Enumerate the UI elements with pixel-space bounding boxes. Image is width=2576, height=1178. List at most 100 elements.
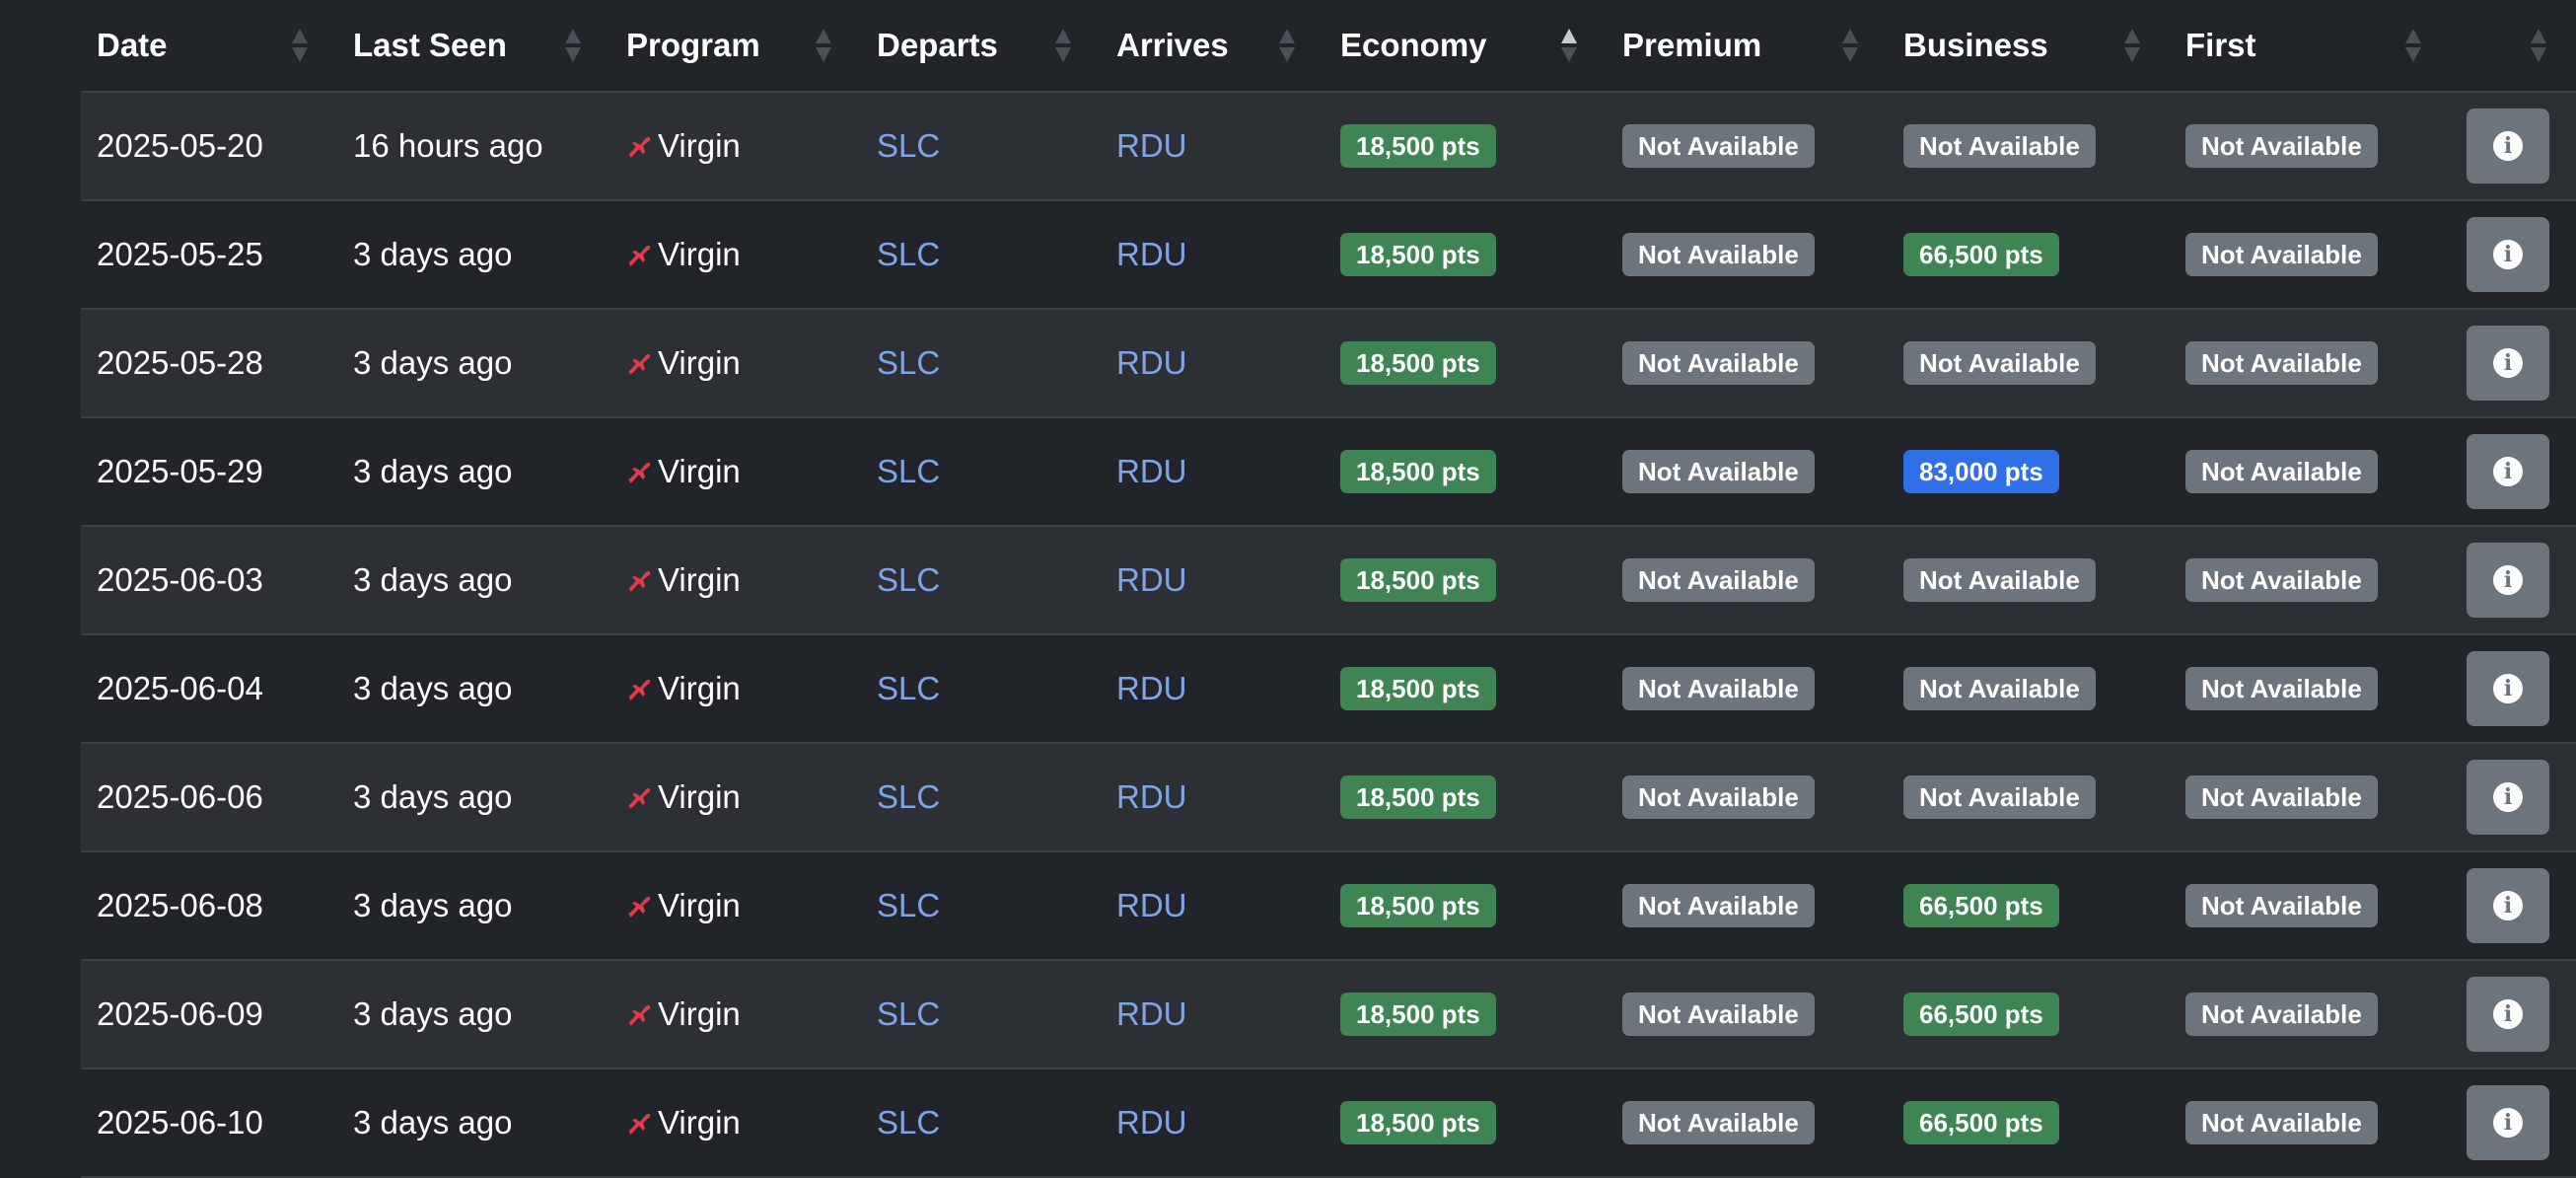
info-button[interactable]: i bbox=[2467, 760, 2549, 835]
cell-business: Not Available bbox=[1888, 92, 2170, 200]
cell-arrives[interactable]: RDU bbox=[1101, 417, 1324, 526]
arrives-text[interactable]: RDU bbox=[1116, 778, 1187, 815]
cell-arrives[interactable]: RDU bbox=[1101, 634, 1324, 743]
info-button[interactable]: i bbox=[2467, 1085, 2549, 1160]
cell-actions: i bbox=[2451, 1068, 2576, 1177]
departs-text[interactable]: SLC bbox=[877, 344, 940, 381]
cell-departs[interactable]: SLC bbox=[861, 309, 1101, 417]
departs-text[interactable]: SLC bbox=[877, 453, 940, 489]
column-header-first[interactable]: First bbox=[2170, 0, 2451, 93]
cell-actions: i bbox=[2451, 200, 2576, 309]
cell-premium: Not Available bbox=[1607, 851, 1888, 960]
column-header-label: Last Seen bbox=[353, 27, 507, 63]
virgin-plane-icon bbox=[626, 1104, 658, 1141]
cell-departs[interactable]: SLC bbox=[861, 92, 1101, 200]
column-header-departs[interactable]: Departs bbox=[861, 0, 1101, 93]
sort-icon[interactable] bbox=[1279, 27, 1295, 64]
cell-date: 2025-05-20 bbox=[81, 92, 337, 200]
arrives-text[interactable]: RDU bbox=[1116, 995, 1187, 1032]
sort-icon[interactable] bbox=[816, 27, 831, 64]
arrives-text[interactable]: RDU bbox=[1116, 127, 1187, 164]
cell-arrives[interactable]: RDU bbox=[1101, 526, 1324, 634]
column-header-program[interactable]: Program bbox=[610, 0, 861, 93]
cell-first: Not Available bbox=[2170, 634, 2451, 743]
sort-icon[interactable] bbox=[2405, 27, 2421, 64]
column-header-business[interactable]: Business bbox=[1888, 0, 2170, 93]
cell-last-seen: 3 days ago bbox=[337, 309, 610, 417]
program-name: Virgin bbox=[658, 670, 741, 706]
column-header-date[interactable]: Date bbox=[81, 0, 337, 93]
departs-text[interactable]: SLC bbox=[877, 670, 940, 706]
departs-text[interactable]: SLC bbox=[877, 127, 940, 164]
business-badge: 66,500 pts bbox=[1903, 1101, 2059, 1144]
business-badge: 83,000 pts bbox=[1903, 450, 2059, 493]
cell-last-seen: 3 days ago bbox=[337, 743, 610, 851]
sort-icon[interactable] bbox=[565, 27, 581, 64]
sort-icon[interactable] bbox=[2531, 27, 2546, 64]
cell-departs[interactable]: SLC bbox=[861, 851, 1101, 960]
info-button[interactable]: i bbox=[2467, 217, 2549, 292]
virgin-plane-icon bbox=[626, 127, 658, 164]
cell-departs[interactable]: SLC bbox=[861, 960, 1101, 1068]
cell-arrives[interactable]: RDU bbox=[1101, 1068, 1324, 1177]
departs-text[interactable]: SLC bbox=[877, 561, 940, 598]
cell-departs[interactable]: SLC bbox=[861, 200, 1101, 309]
cell-arrives[interactable]: RDU bbox=[1101, 851, 1324, 960]
cell-last-seen: 16 hours ago bbox=[337, 92, 610, 200]
cell-departs[interactable]: SLC bbox=[861, 743, 1101, 851]
sort-icon[interactable] bbox=[1842, 27, 1858, 64]
departs-text[interactable]: SLC bbox=[877, 236, 940, 272]
sort-icon[interactable] bbox=[1561, 27, 1577, 64]
program-name: Virgin bbox=[658, 778, 741, 815]
column-header-economy[interactable]: Economy bbox=[1324, 0, 1607, 93]
arrives-text[interactable]: RDU bbox=[1116, 561, 1187, 598]
departs-text[interactable]: SLC bbox=[877, 1104, 940, 1141]
arrives-text[interactable]: RDU bbox=[1116, 887, 1187, 923]
info-icon: i bbox=[2493, 348, 2523, 378]
info-button[interactable]: i bbox=[2467, 651, 2549, 726]
cell-arrives[interactable]: RDU bbox=[1101, 960, 1324, 1068]
cell-arrives[interactable]: RDU bbox=[1101, 200, 1324, 309]
sort-icon[interactable] bbox=[292, 27, 308, 64]
sort-icon[interactable] bbox=[1055, 27, 1071, 64]
departs-text[interactable]: SLC bbox=[877, 995, 940, 1032]
cell-first: Not Available bbox=[2170, 526, 2451, 634]
column-header-label: Economy bbox=[1340, 27, 1487, 63]
column-header-premium[interactable]: Premium bbox=[1607, 0, 1888, 93]
virgin-plane-icon bbox=[626, 887, 658, 923]
column-header-last-seen[interactable]: Last Seen bbox=[337, 0, 610, 93]
program-name: Virgin bbox=[658, 453, 741, 489]
departs-text[interactable]: SLC bbox=[877, 778, 940, 815]
cell-arrives[interactable]: RDU bbox=[1101, 92, 1324, 200]
arrives-text[interactable]: RDU bbox=[1116, 453, 1187, 489]
premium-badge: Not Available bbox=[1622, 775, 1815, 819]
info-button[interactable]: i bbox=[2467, 543, 2549, 618]
cell-departs[interactable]: SLC bbox=[861, 526, 1101, 634]
cell-departs[interactable]: SLC bbox=[861, 417, 1101, 526]
cell-date: 2025-06-04 bbox=[81, 634, 337, 743]
info-button[interactable]: i bbox=[2467, 109, 2549, 184]
arrives-text[interactable]: RDU bbox=[1116, 670, 1187, 706]
premium-badge: Not Available bbox=[1622, 667, 1815, 710]
date-text: 2025-05-28 bbox=[97, 344, 263, 381]
arrives-text[interactable]: RDU bbox=[1116, 344, 1187, 381]
arrives-text[interactable]: RDU bbox=[1116, 236, 1187, 272]
business-badge: 66,500 pts bbox=[1903, 993, 2059, 1036]
cell-departs[interactable]: SLC bbox=[861, 634, 1101, 743]
date-text: 2025-05-25 bbox=[97, 236, 263, 272]
cell-departs[interactable]: SLC bbox=[861, 1068, 1101, 1177]
virgin-plane-icon bbox=[626, 236, 658, 272]
info-button[interactable]: i bbox=[2467, 326, 2549, 401]
cell-arrives[interactable]: RDU bbox=[1101, 309, 1324, 417]
arrives-text[interactable]: RDU bbox=[1116, 1104, 1187, 1141]
cell-arrives[interactable]: RDU bbox=[1101, 743, 1324, 851]
info-button[interactable]: i bbox=[2467, 868, 2549, 943]
column-header-arrives[interactable]: Arrives bbox=[1101, 0, 1324, 93]
program-name: Virgin bbox=[658, 887, 741, 923]
cell-program: Virgin bbox=[610, 92, 861, 200]
sort-icon[interactable] bbox=[2124, 27, 2140, 64]
departs-text[interactable]: SLC bbox=[877, 887, 940, 923]
info-button[interactable]: i bbox=[2467, 434, 2549, 509]
info-button[interactable]: i bbox=[2467, 977, 2549, 1052]
column-header-actions[interactable] bbox=[2451, 0, 2576, 93]
